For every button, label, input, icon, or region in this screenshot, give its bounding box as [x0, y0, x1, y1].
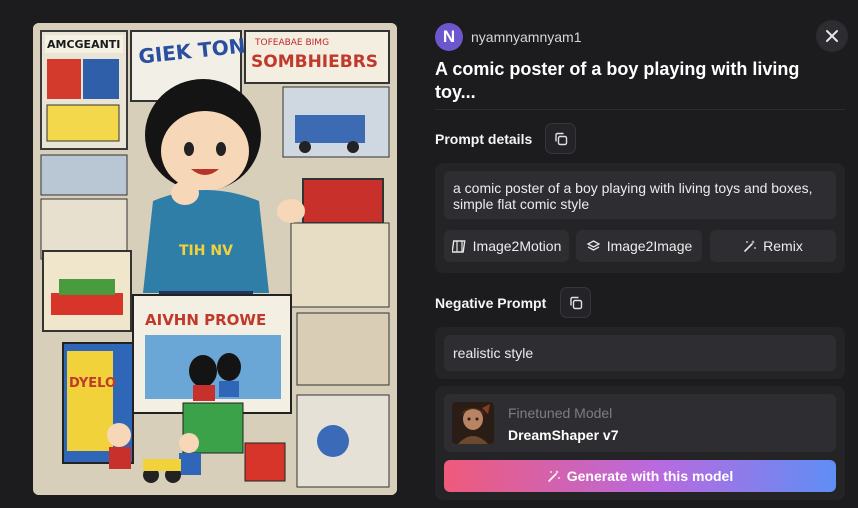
yellow-box-label: DYELO	[69, 376, 116, 391]
model-name: DreamShaper v7	[508, 427, 619, 443]
magic-wand-icon	[744, 240, 757, 252]
negative-prompt-card: realistic style	[435, 327, 845, 379]
comic-artwork: AMCGEANTI GIEK TONX TOFEABAE BIMG SOMBHI…	[33, 23, 397, 495]
image2motion-label: Image2Motion	[472, 238, 562, 254]
sign-top-left: AMCGEANTI	[47, 38, 120, 51]
divider	[435, 109, 845, 110]
generated-image[interactable]: AMCGEANTI GIEK TONX TOFEABAE BIMG SOMBHI…	[33, 23, 397, 495]
generate-with-model-button[interactable]: Generate with this model	[444, 460, 836, 492]
author-row[interactable]: N nyamnyamnyam1	[435, 23, 582, 51]
model-info[interactable]: Finetuned Model DreamShaper v7	[444, 394, 836, 452]
model-kicker: Finetuned Model	[508, 405, 613, 421]
copy-icon	[554, 132, 567, 145]
copy-negative-prompt-button[interactable]	[560, 287, 591, 318]
image2image-button[interactable]: Image2Image	[576, 230, 702, 262]
details-panel: N nyamnyamnyam1 A comic poster of a boy …	[435, 0, 848, 508]
page-title: A comic poster of a boy playing with liv…	[435, 59, 800, 102]
image2motion-button[interactable]: Image2Motion	[444, 230, 569, 262]
film-icon	[451, 239, 466, 253]
layers-icon	[586, 239, 601, 251]
sign-top-right-small: TOFEABAE BIMG	[254, 38, 329, 48]
copy-prompt-button[interactable]	[545, 123, 576, 154]
shirt-print: TIH NV	[179, 243, 233, 259]
remix-button[interactable]: Remix	[710, 230, 836, 262]
negative-prompt-text[interactable]: realistic style	[444, 335, 836, 371]
image2image-label: Image2Image	[606, 238, 693, 254]
poster-title: AIVHN PROWE	[145, 311, 266, 329]
author-username[interactable]: nyamnyamnyam1	[471, 29, 582, 45]
remix-label: Remix	[763, 238, 803, 254]
prompt-details-label: Prompt details	[435, 131, 533, 147]
close-button[interactable]	[816, 20, 848, 52]
model-thumbnail	[452, 402, 494, 444]
magic-wand-icon	[547, 470, 560, 482]
copy-icon	[569, 296, 582, 309]
model-card: Finetuned Model DreamShaper v7 Generate …	[435, 386, 845, 500]
model-thumbnail-image	[452, 402, 494, 444]
negative-prompt-label: Negative Prompt	[435, 295, 547, 311]
prompt-text[interactable]: a comic poster of a boy playing with liv…	[444, 171, 836, 219]
avatar[interactable]: N	[435, 23, 463, 51]
close-icon	[826, 30, 838, 42]
generate-label: Generate with this model	[566, 468, 734, 484]
sign-top-right: SOMBHIEBRS	[251, 52, 378, 72]
prompt-card: a comic poster of a boy playing with liv…	[435, 163, 845, 273]
